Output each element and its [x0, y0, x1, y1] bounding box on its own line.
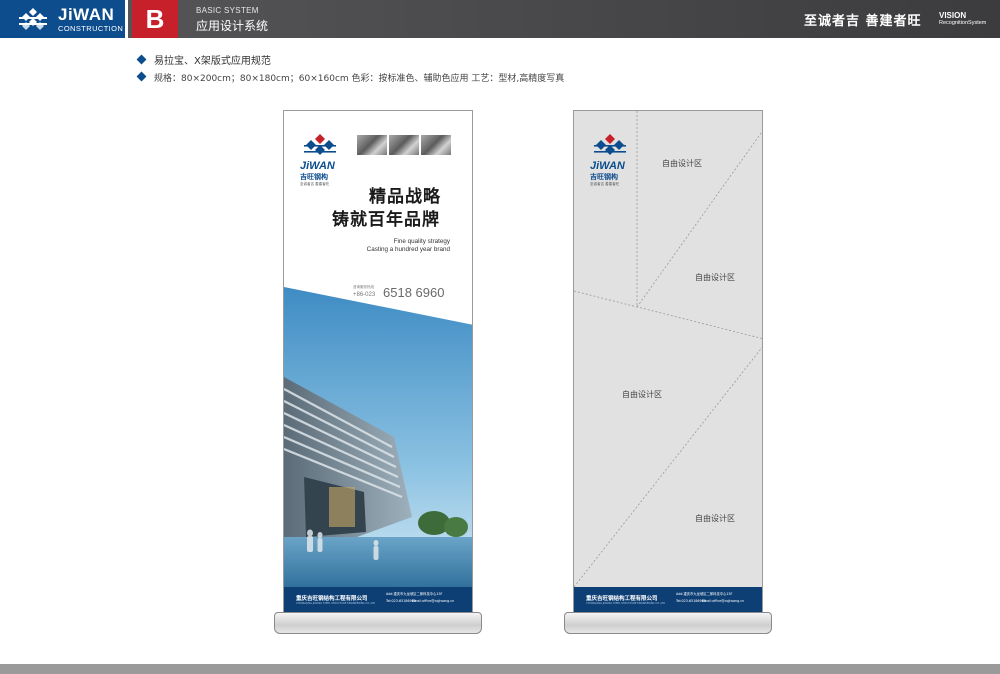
rollup-banner-template: JiWAN 吉旺钢构 至诚者吉 善建者旺 自由设计区 自由设计区 自由设计区 自… [573, 110, 763, 613]
template-brand-cn: 吉旺钢构 [590, 173, 618, 181]
spec-details-text: 规格：80×200cm；80×180cm；60×160cm 色彩：按标准色、辅助… [154, 74, 565, 84]
banner-stand-base [274, 612, 482, 634]
banner-headline-2: 铸就百年品牌 [332, 210, 440, 230]
jiwan-logo-icon [304, 134, 336, 155]
free-design-zone-label: 自由设计区 [662, 159, 702, 168]
banner-english-line-2: Casting a hundred year brand [366, 246, 450, 253]
banner-tagline: 至诚者吉 善建者旺 [300, 182, 330, 186]
spec-details: 规格：80×200cm；80×180cm；60×160cm 色彩：按标准色、辅助… [136, 71, 565, 84]
spec-title: 易拉宝、X架版式应用规范 [136, 52, 271, 67]
system-title-cn: 应用设计系统 [196, 19, 269, 33]
section-letter: B [145, 4, 165, 34]
footer-email: Email:office@cqjiwang.cn [412, 599, 455, 603]
footer-company-en: CHONGQING JIWANG STEEL STRUCTURE ENGINEE… [586, 602, 666, 605]
footer-address: Add:重庆市九龙坡区二郎科技中心15F [676, 592, 733, 596]
footer-company-name: 重庆吉旺钢结构工程有限公司 [586, 596, 658, 602]
brand-subtitle: CONSTRUCTION [58, 24, 124, 33]
banner-brand-name: JiWAN [300, 160, 335, 172]
brand-logo-block: JiWAN CONSTRUCTION [0, 0, 128, 38]
free-design-zone-label: 自由设计区 [622, 390, 662, 399]
rollup-banner-sample: JiWAN 吉旺钢构 至诚者吉 善建者旺 精品战略 铸就百年品牌 Fine qu… [283, 110, 473, 613]
footer-address: Add:重庆市九龙坡区二郎科技中心15F [386, 592, 443, 596]
building-photo [284, 287, 472, 589]
steel-photo [357, 135, 387, 155]
vision-label: VISION [939, 11, 967, 20]
banner-english-line-1: Fine quality strategy [393, 238, 450, 245]
banner-footer: 重庆吉旺钢结构工程有限公司 CHONGQING JIWANG STEEL STR… [284, 587, 472, 612]
jiwan-logo-icon [594, 134, 626, 155]
footer-company-name: 重庆吉旺钢结构工程有限公司 [296, 596, 368, 602]
section-badge: B [132, 0, 178, 38]
page-bottom-bar [0, 664, 1000, 674]
page-header: JiWAN CONSTRUCTION B BASIC SYSTEM 应用设计系统… [0, 0, 1000, 38]
steel-photo-strip [357, 135, 451, 155]
template-brand-name: JiWAN [590, 160, 625, 172]
vision-sublabel: RecognitionSystem [939, 20, 987, 26]
footer-company-en: CHONGQING JIWANG STEEL STRUCTURE ENGINEE… [296, 602, 376, 605]
footer-email: Email:office@cqjiwang.cn [702, 599, 745, 603]
template-tagline: 至诚者吉 善建者旺 [590, 182, 620, 186]
brand-slogan: 至诚者吉 善建者旺 [804, 14, 922, 29]
system-title-en: BASIC SYSTEM [196, 6, 259, 15]
steel-photo [389, 135, 419, 155]
banner-brand-cn: 吉旺钢构 [300, 173, 328, 181]
template-footer: 重庆吉旺钢结构工程有限公司 CHONGQING JIWANG STEEL STR… [574, 587, 762, 612]
jiwan-logo-icon [19, 8, 47, 30]
banner-headline-1: 精品战略 [369, 187, 441, 207]
free-design-zone-label: 自由设计区 [695, 514, 735, 523]
banner-stand-base [564, 612, 772, 634]
diamond-bullet-icon [136, 54, 147, 65]
free-design-zone-label: 自由设计区 [695, 273, 735, 282]
brand-name: JiWAN [58, 5, 115, 24]
spec-title-text: 易拉宝、X架版式应用规范 [154, 56, 271, 67]
diamond-bullet-icon [136, 71, 147, 82]
steel-photo [421, 135, 451, 155]
vi-spec-page: JiWAN CONSTRUCTION B BASIC SYSTEM 应用设计系统… [0, 0, 1000, 674]
